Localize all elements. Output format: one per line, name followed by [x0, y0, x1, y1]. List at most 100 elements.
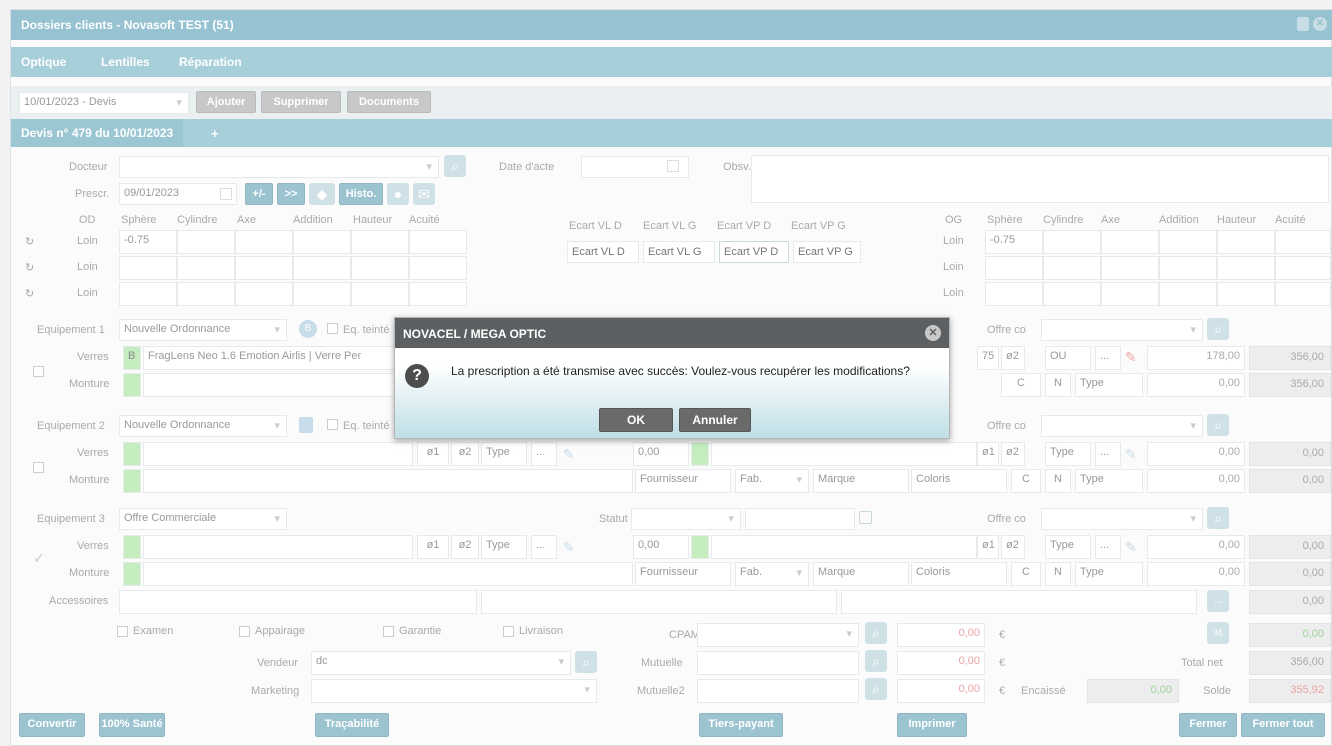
- equip3-statut-select[interactable]: [631, 508, 741, 530]
- equip2-verres-o2[interactable]: ø2: [451, 442, 479, 466]
- ok-button[interactable]: OK: [599, 408, 673, 432]
- histo-button[interactable]: Histo.: [339, 183, 383, 205]
- garantie-checkbox[interactable]: [383, 626, 394, 637]
- og-axe-input[interactable]: [1101, 230, 1159, 254]
- equip1-offre-select[interactable]: [1041, 319, 1203, 341]
- equip2-select-checkbox[interactable]: [33, 462, 44, 473]
- og-cylindre-input[interactable]: [1043, 230, 1101, 254]
- examen-checkbox[interactable]: [117, 626, 128, 637]
- documents-button[interactable]: Documents: [347, 91, 431, 113]
- equip2-verres-price-mid[interactable]: 0,00: [633, 442, 689, 466]
- dialog-close-icon[interactable]: ✕: [925, 325, 941, 341]
- equip2-fab-select[interactable]: Fab.: [735, 469, 809, 493]
- equip1-verres-more[interactable]: ...: [1095, 346, 1121, 370]
- og-addition-input[interactable]: [1159, 256, 1217, 280]
- equip3-verres-price[interactable]: 0,00: [1147, 535, 1245, 559]
- od-addition-input[interactable]: [293, 282, 351, 306]
- equip2-offre-select[interactable]: [1041, 415, 1203, 437]
- vendeur-search-icon[interactable]: ⌕: [575, 651, 597, 673]
- od-acuite-input[interactable]: [409, 282, 467, 306]
- refresh-icon[interactable]: ↻: [25, 287, 34, 300]
- equip3-type-select[interactable]: Offre Commerciale: [119, 508, 287, 530]
- equip3-monture-price[interactable]: 0,00: [1147, 562, 1245, 586]
- od-cylindre-input[interactable]: [177, 282, 235, 306]
- og-sphere-input[interactable]: -0.75: [985, 230, 1043, 254]
- equip2-verres-price[interactable]: 0,00: [1147, 442, 1245, 466]
- fermer-button[interactable]: Fermer: [1179, 713, 1237, 737]
- equip3-verres-description[interactable]: [143, 535, 413, 559]
- od-hauteur-input[interactable]: [351, 230, 409, 254]
- equip2-monture-n[interactable]: N: [1045, 469, 1071, 493]
- og-hauteur-input[interactable]: [1217, 256, 1275, 280]
- restore-icon[interactable]: [1297, 17, 1309, 31]
- equip2-monture-type[interactable]: Type: [1075, 469, 1143, 493]
- og-axe-input[interactable]: [1101, 256, 1159, 280]
- equip2-verres-more-b[interactable]: ...: [1095, 442, 1121, 466]
- equip1-monture-field[interactable]: [143, 373, 403, 397]
- edit-icon[interactable]: ✎: [1125, 349, 1137, 366]
- plus-minus-button[interactable]: +/-: [245, 183, 273, 205]
- imprimer-button[interactable]: Imprimer: [897, 713, 967, 737]
- og-sphere-input[interactable]: [985, 282, 1043, 306]
- prescr-calendar-icon[interactable]: [220, 188, 232, 200]
- cancel-button[interactable]: Annuler: [679, 408, 751, 432]
- equip3-verres-o2[interactable]: ø2: [451, 535, 479, 559]
- equip3-verres-more[interactable]: ...: [531, 535, 557, 559]
- od-addition-input[interactable]: [293, 256, 351, 280]
- edit-icon[interactable]: ✎: [1125, 539, 1137, 556]
- equip2-monture-c[interactable]: C: [1011, 469, 1041, 493]
- equip2-verres-type-b[interactable]: Type: [1045, 442, 1091, 466]
- od-axe-input[interactable]: [235, 230, 293, 254]
- og-acuite-input[interactable]: [1275, 282, 1331, 306]
- od-sphere-input[interactable]: [119, 256, 177, 280]
- og-hauteur-input[interactable]: [1217, 282, 1275, 306]
- equip3-verres-more-b[interactable]: ...: [1095, 535, 1121, 559]
- edit-icon[interactable]: ✎: [563, 539, 575, 556]
- fermer-tout-button[interactable]: Fermer tout: [1241, 713, 1325, 737]
- equip3-verres-o1b[interactable]: ø1: [977, 535, 999, 559]
- equip3-verres-type-b[interactable]: Type: [1045, 535, 1091, 559]
- ecart-vl-g-input[interactable]: [643, 241, 715, 263]
- docteur-select[interactable]: [119, 156, 439, 178]
- equip2-marque[interactable]: Marque: [813, 469, 909, 493]
- close-window-icon[interactable]: ✕: [1313, 17, 1327, 31]
- edit-icon[interactable]: ✎: [1125, 446, 1137, 463]
- equip2-fournisseur[interactable]: Fournisseur: [635, 469, 731, 493]
- equip2-verres-extra[interactable]: [711, 442, 977, 466]
- og-addition-input[interactable]: [1159, 282, 1217, 306]
- equip2-type-select[interactable]: Nouvelle Ordonnance: [119, 415, 287, 437]
- marketing-select[interactable]: [311, 679, 597, 703]
- mutuelle-field[interactable]: [697, 651, 859, 675]
- og-addition-input[interactable]: [1159, 230, 1217, 254]
- equip1-monture-price[interactable]: 0,00: [1147, 373, 1245, 397]
- og-acuite-input[interactable]: [1275, 230, 1331, 254]
- cpam-search-icon[interactable]: ⌕: [865, 622, 887, 644]
- delete-button[interactable]: Supprimer: [261, 91, 341, 113]
- ecart-vl-d-input[interactable]: [567, 241, 639, 263]
- transpose-button[interactable]: >>: [277, 183, 305, 205]
- tracabilite-button[interactable]: Traçabilité: [315, 713, 389, 737]
- equip1-verres-d1[interactable]: 75: [977, 346, 999, 370]
- tab-lentilles[interactable]: Lentilles: [101, 55, 150, 69]
- livraison-checkbox[interactable]: [503, 626, 514, 637]
- od-axe-input[interactable]: [235, 256, 293, 280]
- od-sphere-input[interactable]: -0.75: [119, 230, 177, 254]
- quote-select[interactable]: 10/01/2023 - Devis: [19, 92, 189, 114]
- add-quote-tab[interactable]: +: [211, 126, 219, 141]
- convertir-button[interactable]: Convertir: [19, 713, 85, 737]
- equip3-coloris[interactable]: Coloris: [911, 562, 1007, 586]
- equip1-select-checkbox[interactable]: [33, 366, 44, 377]
- info-icon[interactable]: B: [299, 320, 317, 338]
- equip1-verres-o2[interactable]: ø2: [1001, 346, 1025, 370]
- equip3-monture-c[interactable]: C: [1011, 562, 1041, 586]
- ecart-vp-d-input[interactable]: [719, 241, 789, 263]
- add-button[interactable]: Ajouter: [196, 91, 256, 113]
- equip3-fournisseur[interactable]: Fournisseur: [635, 562, 731, 586]
- od-hauteur-input[interactable]: [351, 256, 409, 280]
- od-hauteur-input[interactable]: [351, 282, 409, 306]
- equip3-monture-field[interactable]: [143, 562, 633, 586]
- eraser-icon[interactable]: ◆: [309, 183, 335, 205]
- equip3-monture-type[interactable]: Type: [1075, 562, 1143, 586]
- od-cylindre-input[interactable]: [177, 256, 235, 280]
- docteur-search-icon[interactable]: ⌕: [444, 155, 466, 177]
